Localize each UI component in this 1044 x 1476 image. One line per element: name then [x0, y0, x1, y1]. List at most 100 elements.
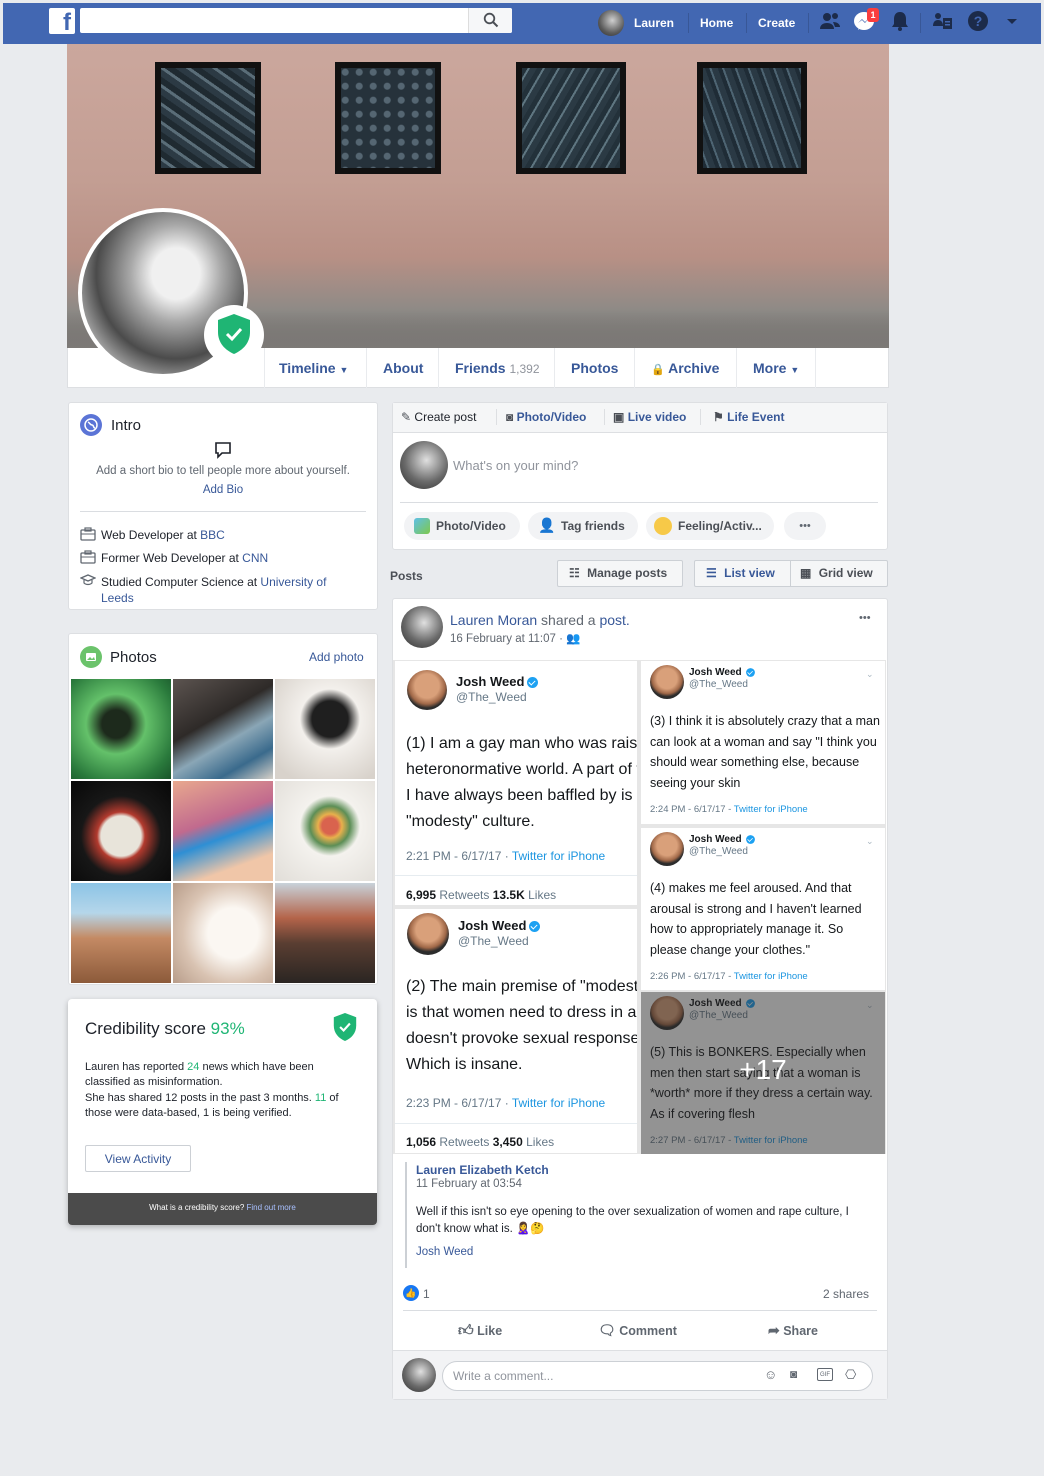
post-timestamp[interactable]: 16 February at 11:07 · 👥 — [450, 631, 580, 645]
photo-thumbnail[interactable] — [275, 883, 375, 983]
photo-thumbnail[interactable] — [275, 679, 375, 779]
intro-bio-prompt: Add a short bio to tell people more abou… — [96, 465, 350, 477]
topbar-user-avatar[interactable] — [598, 10, 624, 36]
create-post-tab[interactable]: ✎ Create post — [401, 410, 476, 424]
photo-icon — [414, 518, 430, 534]
globe-icon — [80, 414, 102, 436]
tweet-card[interactable]: Josh Weed @The_Weed (1) I am a gay man w… — [395, 661, 637, 905]
briefcase-icon — [80, 550, 96, 564]
original-timestamp[interactable]: 11 February at 03:54 — [416, 1178, 522, 1190]
nav-divider — [688, 13, 689, 33]
share-arrow-icon: ➦ — [768, 1322, 780, 1338]
thumbs-up-icon: 👍︎ — [458, 1322, 474, 1339]
grid-view-button[interactable]: ▦ Grid view — [790, 560, 888, 587]
search-input[interactable] — [80, 8, 512, 33]
post-menu-button[interactable]: ••• — [859, 612, 871, 624]
photos-icon — [80, 646, 102, 668]
tag-friends-pill[interactable]: 👤 Tag friends — [528, 512, 638, 540]
grid-icon: ▦ — [800, 566, 812, 580]
comment-button[interactable]: 🗨︎ Comment — [598, 1322, 677, 1339]
chevron-down-icon[interactable]: ⌄ — [866, 669, 874, 680]
verified-badge-icon — [745, 668, 755, 677]
photo-thumbnail[interactable] — [173, 781, 273, 881]
manage-posts-button[interactable]: ☷ Manage posts — [557, 560, 683, 587]
tab-friends[interactable]: Friends 1,392 — [438, 348, 556, 388]
more-options-pill[interactable]: ••• — [784, 512, 826, 540]
share-button[interactable]: ➦ Share — [768, 1322, 818, 1339]
photo-thumbnail[interactable] — [71, 883, 171, 983]
camera-icon[interactable]: ◙ — [790, 1367, 797, 1381]
credibility-reports-text: Lauren has reported 24 news which have b… — [85, 1061, 314, 1088]
tweet-avatar — [650, 832, 684, 866]
composer-avatar — [400, 441, 448, 489]
employer-link[interactable]: CNN — [242, 551, 268, 565]
intro-title: Intro — [111, 417, 142, 434]
photo-video-tab[interactable]: ◙ Photo/Video — [506, 410, 586, 424]
photo-video-pill[interactable]: Photo/Video — [404, 512, 520, 540]
add-photo-link[interactable]: Add photo — [309, 650, 364, 664]
view-activity-button[interactable]: View Activity — [85, 1145, 191, 1172]
credibility-shares-text: She has shared 12 posts in the past 3 mo… — [85, 1092, 339, 1119]
post-author-link[interactable]: Lauren Moran — [450, 612, 537, 628]
post-author-avatar[interactable] — [401, 606, 443, 648]
feeling-activity-pill[interactable]: Feeling/Activ... — [646, 512, 774, 540]
sticker-icon[interactable]: ⎔ — [845, 1367, 856, 1383]
video-camera-icon: ▣ — [613, 410, 625, 424]
tweet-card[interactable]: Josh Weed @The_Weed (2) The main premise… — [395, 909, 637, 1153]
search-button[interactable] — [468, 8, 512, 33]
employer-link[interactable]: BBC — [200, 528, 225, 542]
dropdown-icon[interactable] — [1006, 18, 1018, 26]
tweet-card[interactable]: Josh Weed @The_Weed ⌄ (3) I think it is … — [641, 661, 885, 824]
facebook-logo[interactable]: f — [49, 8, 75, 36]
emoji-icon[interactable]: ☺ — [764, 1367, 777, 1382]
like-reaction-icon[interactable]: 👍 — [403, 1285, 419, 1301]
original-author-link[interactable]: Lauren Elizabeth Ketch — [416, 1163, 549, 1177]
like-count[interactable]: 1 — [423, 1287, 430, 1301]
gif-icon[interactable]: GIF — [817, 1368, 833, 1381]
home-link[interactable]: Home — [700, 16, 733, 30]
briefcase-icon — [80, 527, 96, 541]
tab-more[interactable]: More ▼ — [736, 348, 817, 388]
tagged-user-link[interactable]: Josh Weed — [416, 1246, 473, 1258]
friends-icon[interactable] — [818, 10, 842, 32]
tab-archive[interactable]: 🔒 Archive — [634, 348, 735, 388]
photo-thumbnail[interactable] — [173, 883, 273, 983]
create-link[interactable]: Create — [758, 16, 795, 30]
friends-audience-icon: 👥 — [566, 633, 581, 645]
comment-placeholder: Write a comment... — [453, 1369, 554, 1383]
shares-count[interactable]: 2 shares — [823, 1287, 869, 1301]
frame-artwork — [516, 62, 626, 174]
credibility-title: Credibility score 93% — [85, 1019, 245, 1038]
frame-artwork — [155, 62, 261, 174]
tab-photos[interactable]: Photos — [554, 348, 634, 388]
verified-badge-icon — [529, 921, 541, 933]
speech-bubble-icon — [215, 442, 231, 459]
list-view-button[interactable]: ☰ List view — [694, 560, 791, 587]
add-bio-link[interactable]: Add Bio — [68, 484, 378, 496]
bell-icon[interactable] — [888, 10, 912, 32]
chevron-down-icon[interactable]: ⌄ — [866, 836, 874, 847]
nav-divider — [808, 13, 809, 33]
life-event-tab[interactable]: ⚑ Life Event — [713, 410, 784, 424]
photo-thumbnail[interactable] — [275, 781, 375, 881]
photo-thumbnail[interactable] — [71, 781, 171, 881]
shared-post-link[interactable]: post. — [599, 612, 629, 628]
shield-check-icon — [218, 314, 250, 354]
find-out-more-link[interactable]: Find out more — [247, 1203, 296, 1212]
like-button[interactable]: 👍︎ Like — [458, 1322, 502, 1340]
tweet-card[interactable]: Josh Weed @The_Weed ⌄ (5) This is BONKER… — [641, 992, 885, 1154]
chevron-down-icon: ▼ — [790, 365, 800, 375]
composer-input[interactable]: What's on your mind? — [453, 458, 578, 473]
intro-item-education: Studied Computer Science at University o… — [101, 575, 327, 605]
intro-item-former-work: Former Web Developer at CNN — [101, 551, 269, 565]
quick-help-icon[interactable] — [930, 10, 954, 32]
topbar-user-name[interactable]: Lauren — [634, 16, 674, 30]
tab-about[interactable]: About — [366, 348, 439, 388]
help-icon[interactable]: ? — [966, 10, 990, 32]
intro-item-work: Web Developer at BBC — [101, 528, 225, 542]
photo-thumbnail[interactable] — [173, 679, 273, 779]
tweet-card[interactable]: Josh Weed @The_Weed ⌄ (4) makes me feel … — [641, 828, 885, 990]
live-video-tab[interactable]: ▣ Live video — [613, 410, 686, 424]
tab-timeline[interactable]: Timeline ▼ — [264, 348, 362, 388]
photo-thumbnail[interactable] — [71, 679, 171, 779]
